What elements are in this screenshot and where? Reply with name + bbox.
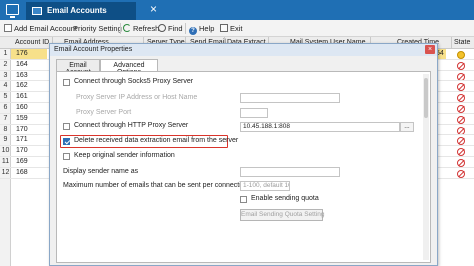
toolbar-divider <box>120 23 121 34</box>
row-number: 6 <box>3 104 8 111</box>
account-id-cell[interactable]: 162 <box>16 82 28 89</box>
email-account-properties-dialog: Email Account Properties × Email Account… <box>49 43 438 266</box>
quota-setting-button[interactable]: Email Sending Quota Setting <box>240 209 324 221</box>
state-disabled-icon <box>457 148 465 157</box>
state-disabled-icon <box>457 159 465 167</box>
max-emails-field[interactable]: 1-100, default 10 <box>240 181 290 191</box>
row-number: 4 <box>3 82 8 90</box>
account-id-cell[interactable]: 160 <box>16 104 28 111</box>
http-proxy-field[interactable]: 10.45.188.1:808 <box>240 122 400 132</box>
toolbar-divider <box>185 23 186 34</box>
priority-setting-button[interactable]: Priority Setting <box>73 23 122 34</box>
refresh-button[interactable]: Refresh <box>123 23 159 34</box>
account-id-cell[interactable]: 170 <box>16 147 28 154</box>
state-active-icon <box>457 51 465 59</box>
state-disabled-icon <box>457 137 465 146</box>
add-email-account-button[interactable]: Add Email Account <box>4 23 77 34</box>
max-emails-label: Maximum number of emails that can be sen… <box>63 182 249 189</box>
socks5-address-label: Proxy Server IP Address or Host Name <box>76 94 198 101</box>
state-disabled-icon <box>457 94 465 103</box>
enable-quota-label: Enable sending quota <box>251 195 319 202</box>
http-proxy-label: Connect through HTTP Proxy Server <box>74 122 189 129</box>
state-disabled-icon <box>457 115 465 124</box>
help-icon: ? <box>189 27 197 35</box>
row-number: 2 <box>3 60 8 68</box>
state-disabled-icon <box>457 72 465 81</box>
column-divider <box>451 37 452 49</box>
socks5-address-field[interactable] <box>240 93 340 103</box>
account-id-cell[interactable]: 159 <box>16 115 28 122</box>
monitor-icon <box>6 4 19 18</box>
column-header-state[interactable]: State <box>454 39 470 46</box>
tab-email-accounts[interactable]: Email Accounts <box>26 2 136 20</box>
close-tab-icon[interactable]: × <box>150 2 157 16</box>
tab-email-account[interactable]: Email Account <box>56 59 100 76</box>
enable-quota-checkbox[interactable] <box>240 196 247 203</box>
mail-icon <box>32 7 42 15</box>
account-id-cell[interactable]: 164 <box>16 61 28 68</box>
account-id-cell[interactable]: 170 <box>16 126 28 133</box>
toolbar: Add Email Account Priority Setting Refre… <box>0 20 474 37</box>
window-tab-bar: Email Accounts × <box>0 0 474 20</box>
exit-button[interactable]: Exit <box>220 23 243 34</box>
keep-sender-checkbox[interactable] <box>63 153 70 160</box>
row-number: 12 <box>1 168 10 176</box>
delete-email-checkbox[interactable] <box>63 138 70 145</box>
state-disabled-icon <box>457 83 465 92</box>
search-icon <box>158 24 166 32</box>
state-disabled-icon <box>457 105 465 113</box>
column-header-account-id[interactable]: Account ID <box>15 39 49 46</box>
account-id-cell[interactable]: 171 <box>16 136 28 143</box>
dialog-title-bar: Email Account Properties × <box>50 44 437 56</box>
scrollbar-thumb[interactable] <box>424 78 428 118</box>
socks5-port-field[interactable] <box>240 108 268 118</box>
socks5-port-label: Proxy Server Port <box>76 109 132 116</box>
http-proxy-checkbox[interactable] <box>63 123 70 130</box>
state-disabled-icon <box>457 61 465 70</box>
dialog-scrollbar[interactable] <box>423 74 429 260</box>
row-number: 9 <box>3 136 8 144</box>
delete-email-label: Delete received data extraction email fr… <box>74 137 239 144</box>
state-disabled-icon <box>457 126 465 135</box>
row-number: 10 <box>1 147 10 155</box>
browse-button[interactable]: ... <box>400 122 414 132</box>
account-id-cell[interactable]: 176 <box>16 50 28 57</box>
state-disabled-icon <box>457 169 465 178</box>
close-icon[interactable]: × <box>425 45 435 54</box>
dialog-title: Email Account Properties <box>54 46 133 53</box>
keep-sender-label: Keep original sender information <box>74 152 175 159</box>
row-number: 1 <box>3 50 8 57</box>
row-number: 11 <box>1 158 10 165</box>
row-number: 8 <box>3 125 8 133</box>
find-button[interactable]: Find <box>158 23 183 34</box>
refresh-icon <box>123 24 131 32</box>
socks5-label: Connect through Socks5 Proxy Server <box>74 78 194 85</box>
display-sender-label: Display sender name as <box>63 168 139 175</box>
socks5-checkbox[interactable] <box>63 79 70 86</box>
account-id-cell[interactable]: 169 <box>16 158 28 165</box>
add-document-icon <box>4 24 12 32</box>
account-id-cell[interactable]: 161 <box>16 93 28 100</box>
account-id-cell[interactable]: 163 <box>16 72 28 79</box>
exit-icon <box>220 24 228 32</box>
account-id-cell[interactable]: 168 <box>16 169 28 176</box>
tab-label: Email Accounts <box>47 6 107 15</box>
help-button[interactable]: ? Help <box>189 23 214 35</box>
row-number: 5 <box>3 93 8 101</box>
advanced-options-panel: Connect through Socks5 Proxy Server Prox… <box>56 71 431 263</box>
row-number: 7 <box>3 114 8 122</box>
row-number: 3 <box>3 71 8 79</box>
display-sender-field[interactable] <box>240 167 340 177</box>
